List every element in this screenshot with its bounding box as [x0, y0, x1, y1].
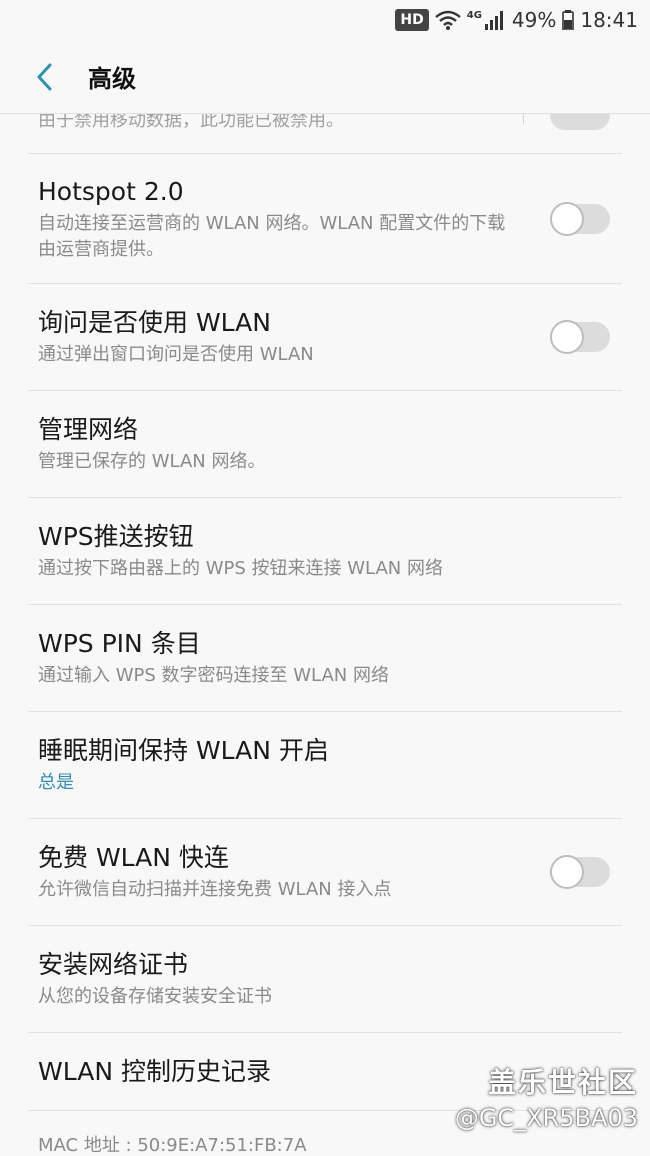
setting-subtitle: 管理已保存的 WLAN 网络。 — [38, 451, 266, 472]
back-button[interactable] — [22, 55, 66, 99]
setting-title: WPS推送按钮 — [38, 522, 194, 551]
setting-keep-wlan-on-sleep[interactable]: 睡眠期间保持 WLAN 开启 总是 — [28, 712, 622, 819]
setting-subtitle: 通过按下路由器上的 WPS 按钮来连接 WLAN 网络 — [38, 558, 443, 579]
setting-wps-push-button[interactable]: WPS推送按钮 通过按下路由器上的 WPS 按钮来连接 WLAN 网络 — [28, 498, 622, 605]
setting-wps-pin-entry[interactable]: WPS PIN 条目 通过输入 WPS 数字密码连接至 WLAN 网络 — [28, 605, 622, 712]
screen: HD 4G 49% 18:41 高级 由于禁用移动数据，此功能已被禁用。 Hot… — [0, 0, 650, 1156]
setting-manage-networks[interactable]: 管理网络 管理已保存的 WLAN 网络。 — [28, 391, 622, 498]
free-wlan-toggle[interactable] — [550, 855, 610, 889]
setting-subtitle: 自动连接至运营商的 WLAN 网络。WLAN 配置文件的下载由运营商提供。 — [38, 212, 506, 260]
setting-title: 管理网络 — [38, 415, 139, 444]
signal-icon — [484, 10, 506, 30]
cut-off-setting-row: 由于禁用移动数据，此功能已被禁用。 — [28, 114, 622, 154]
setting-hotspot-2[interactable]: Hotspot 2.0 自动连接至运营商的 WLAN 网络。WLAN 配置文件的… — [28, 154, 622, 284]
setting-value: 总是 — [38, 772, 74, 793]
toggle-knob — [550, 855, 584, 889]
battery-percent: 49% — [511, 8, 557, 32]
setting-ask-wlan[interactable]: 询问是否使用 WLAN 通过弹出窗口询问是否使用 WLAN — [28, 284, 622, 391]
toggle-knob — [550, 201, 584, 236]
watermark-community: 盖乐世社区 — [487, 1066, 638, 1099]
setting-title: WPS PIN 条目 — [38, 629, 201, 658]
setting-title: 免费 WLAN 快连 — [38, 843, 229, 872]
setting-free-wlan-connect[interactable]: 免费 WLAN 快连 允许微信自动扫描并连接免费 WLAN 接入点 — [28, 819, 622, 926]
hotspot-2-toggle[interactable] — [550, 201, 610, 236]
battery-icon — [562, 10, 575, 30]
setting-title: 睡眠期间保持 WLAN 开启 — [38, 736, 329, 765]
back-arrow-icon — [37, 63, 52, 90]
setting-subtitle: 通过弹出窗口询问是否使用 WLAN — [38, 344, 314, 365]
setting-title: Hotspot 2.0 — [38, 176, 184, 206]
setting-subtitle: 允许微信自动扫描并连接免费 WLAN 接入点 — [38, 879, 392, 900]
settings-list: 由于禁用移动数据，此功能已被禁用。 Hotspot 2.0 自动连接至运营商的 … — [0, 114, 650, 1156]
setting-subtitle: 通过输入 WPS 数字密码连接至 WLAN 网络 — [38, 665, 389, 686]
setting-title: 询问是否使用 WLAN — [38, 308, 271, 337]
ask-wlan-toggle[interactable] — [550, 320, 610, 354]
setting-subtitle: 从您的设备存储安装安全证书 — [38, 986, 272, 1007]
toggle-knob — [550, 320, 584, 354]
setting-install-certificates[interactable]: 安装网络证书 从您的设备存储安装安全证书 — [28, 926, 622, 1033]
watermark-user: @GC_XR5BA03 — [454, 1104, 638, 1132]
hd-badge: HD — [395, 9, 429, 31]
watermark: 盖乐世社区 @GC_XR5BA03 — [455, 1064, 638, 1134]
network-type: 4G — [466, 9, 482, 21]
page-title: 高级 — [88, 65, 136, 93]
setting-title: 安装网络证书 — [38, 950, 189, 979]
cut-off-toggle[interactable] — [550, 114, 610, 130]
clock: 18:41 — [580, 8, 638, 32]
cut-off-subtitle: 由于禁用移动数据，此功能已被禁用。 — [38, 114, 344, 131]
status-bar: HD 4G 49% 18:41 — [0, 0, 650, 40]
app-bar: 高级 — [0, 40, 650, 114]
row-divider — [523, 114, 524, 124]
wifi-icon — [434, 10, 461, 30]
